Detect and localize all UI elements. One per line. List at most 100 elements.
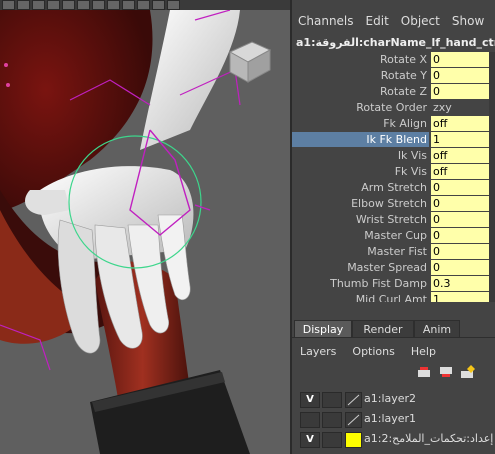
tab-anim[interactable]: Anim [414, 320, 460, 338]
attribute-row[interactable]: Master Spread 0 [292, 260, 495, 276]
new-layer-icon[interactable] [460, 364, 476, 380]
attribute-row[interactable]: Mid Curl Amt 1 [292, 292, 495, 302]
layer-name[interactable]: a1:layer1 [364, 410, 416, 428]
attribute-value-field[interactable]: 0.3 [431, 276, 495, 291]
attribute-label[interactable]: Master Cup [292, 228, 429, 243]
attribute-label[interactable]: Elbow Stretch [292, 196, 429, 211]
attribute-label[interactable]: Rotate Order [292, 100, 429, 115]
layer-visibility-toggle[interactable] [300, 412, 320, 428]
layer-playback-toggle[interactable] [322, 392, 342, 408]
layer-playback-toggle[interactable] [322, 412, 342, 428]
attribute-value-field[interactable]: off [431, 116, 495, 131]
layer-visibility-toggle[interactable]: V [300, 432, 320, 448]
toolbar-icon[interactable] [92, 0, 105, 10]
attribute-value-field[interactable]: 0 [431, 260, 495, 275]
layer-row[interactable]: a1:layer1 [300, 410, 495, 430]
toolbar-icon[interactable] [62, 0, 75, 10]
attribute-label[interactable]: Rotate Y [292, 68, 429, 83]
attribute-row[interactable]: Ik Vis off [292, 148, 495, 164]
toolbar-icon[interactable] [152, 0, 165, 10]
layer-color-swatch[interactable] [345, 412, 362, 428]
attribute-row[interactable]: Rotate Z0 [292, 84, 495, 100]
attribute-row[interactable]: Arm Stretch 0 [292, 180, 495, 196]
attribute-label[interactable]: Rotate X [292, 52, 429, 67]
viewport-3d[interactable] [0, 0, 290, 454]
move-layer-up-icon[interactable] [416, 364, 432, 380]
toolbar-icon[interactable] [137, 0, 150, 10]
layer-color-swatch[interactable] [345, 432, 362, 448]
attribute-row[interactable]: Rotate X0 [292, 52, 495, 68]
tab-display[interactable]: Display [294, 320, 352, 338]
tab-render[interactable]: Render [352, 320, 414, 338]
channel-box-menubar: Channels Edit Object Show [292, 10, 495, 32]
attribute-row[interactable]: Elbow Stretch 0 [292, 196, 495, 212]
attribute-value-field[interactable]: off [431, 148, 495, 163]
toolbar-icon[interactable] [17, 0, 30, 10]
menu-edit[interactable]: Edit [360, 14, 395, 28]
attribute-label[interactable]: Ik Fk Blend [292, 132, 429, 147]
layer-name[interactable]: a1:layer2 [364, 390, 416, 408]
viewport-toolbar[interactable] [0, 0, 290, 10]
toolbar-icon[interactable] [77, 0, 90, 10]
attribute-row[interactable]: Master Fist 0 [292, 244, 495, 260]
attribute-row[interactable]: Thumb Fist Damp 0.3 [292, 276, 495, 292]
layer-name[interactable]: a1:إعداد:تحكمات_الملامح:2 [364, 430, 493, 448]
attribute-value-field[interactable]: 0 [431, 244, 495, 259]
attribute-row[interactable]: Master Cup 0 [292, 228, 495, 244]
attribute-row[interactable]: Wrist Stretch 0 [292, 212, 495, 228]
attribute-value-field[interactable]: 0 [431, 212, 495, 227]
attribute-label[interactable]: Master Spread [292, 260, 429, 275]
layer-color-swatch[interactable] [345, 392, 362, 408]
attribute-row[interactable]: Fk Vis off [292, 164, 495, 180]
toolbar-icon[interactable] [122, 0, 135, 10]
layer-toolbar [416, 364, 476, 382]
attribute-row[interactable]: Rotate Y0 [292, 68, 495, 84]
layer-playback-toggle[interactable] [322, 432, 342, 448]
attribute-label[interactable]: Fk Vis [292, 164, 429, 179]
menu-channels[interactable]: Channels [292, 14, 360, 28]
attribute-value-field[interactable]: off [431, 164, 495, 179]
tab-underline [292, 337, 495, 338]
toolbar-icon[interactable] [32, 0, 45, 10]
attribute-row[interactable]: Ik Fk Blend 1 [292, 132, 495, 148]
attribute-label[interactable]: Mid Curl Amt [292, 292, 429, 302]
attribute-label[interactable]: Ik Vis [292, 148, 429, 163]
toolbar-icon[interactable] [167, 0, 180, 10]
move-layer-down-icon[interactable] [438, 364, 454, 380]
layer-editor-tabs: Display Render Anim [292, 318, 495, 338]
scrollbar[interactable] [489, 52, 495, 302]
layer-list: Va1:layer2 a1:layer1 Va1:إعداد:تحكمات_المل… [300, 390, 495, 450]
layer-row[interactable]: Va1:إعداد:تحكمات_الملامح:2 [300, 430, 495, 450]
layer-row[interactable]: Va1:layer2 [300, 390, 495, 410]
attribute-value-field[interactable]: 1 [431, 132, 495, 147]
attribute-label[interactable]: Fk Align [292, 116, 429, 131]
attribute-value-field[interactable]: 1 [431, 292, 495, 302]
attribute-value-field[interactable]: 0 [431, 196, 495, 211]
attribute-label[interactable]: Thumb Fist Damp [292, 276, 429, 291]
attribute-value-field[interactable]: 0 [431, 68, 495, 83]
attribute-value-field[interactable]: 0 [431, 52, 495, 67]
attribute-value-field[interactable]: zxy [431, 100, 495, 115]
attribute-row[interactable]: Rotate Order zxy [292, 100, 495, 116]
attribute-label[interactable]: Rotate Z [292, 84, 429, 99]
viewport-scene [0, 10, 290, 454]
toolbar-icon[interactable] [107, 0, 120, 10]
attribute-value-field[interactable]: 0 [431, 180, 495, 195]
attribute-row[interactable]: Fk Align off [292, 116, 495, 132]
menu-options[interactable]: Options [344, 345, 402, 358]
node-name: a1:الفروقة:charName_lf_hand_ctrl [296, 36, 495, 49]
toolbar-icon[interactable] [47, 0, 60, 10]
layer-visibility-toggle[interactable]: V [300, 392, 320, 408]
attribute-label[interactable]: Wrist Stretch [292, 212, 429, 227]
menu-object[interactable]: Object [395, 14, 446, 28]
channel-box-panel: Channels Edit Object Show a1:الفروقة:cha… [292, 0, 495, 454]
menu-help[interactable]: Help [403, 345, 444, 358]
attribute-label[interactable]: Arm Stretch [292, 180, 429, 195]
layer-menubar: Layers Options Help [292, 342, 495, 360]
toolbar-icon[interactable] [2, 0, 15, 10]
menu-show[interactable]: Show [446, 14, 490, 28]
menu-layers[interactable]: Layers [292, 345, 344, 358]
attribute-label[interactable]: Master Fist [292, 244, 429, 259]
attribute-value-field[interactable]: 0 [431, 84, 495, 99]
attribute-value-field[interactable]: 0 [431, 228, 495, 243]
